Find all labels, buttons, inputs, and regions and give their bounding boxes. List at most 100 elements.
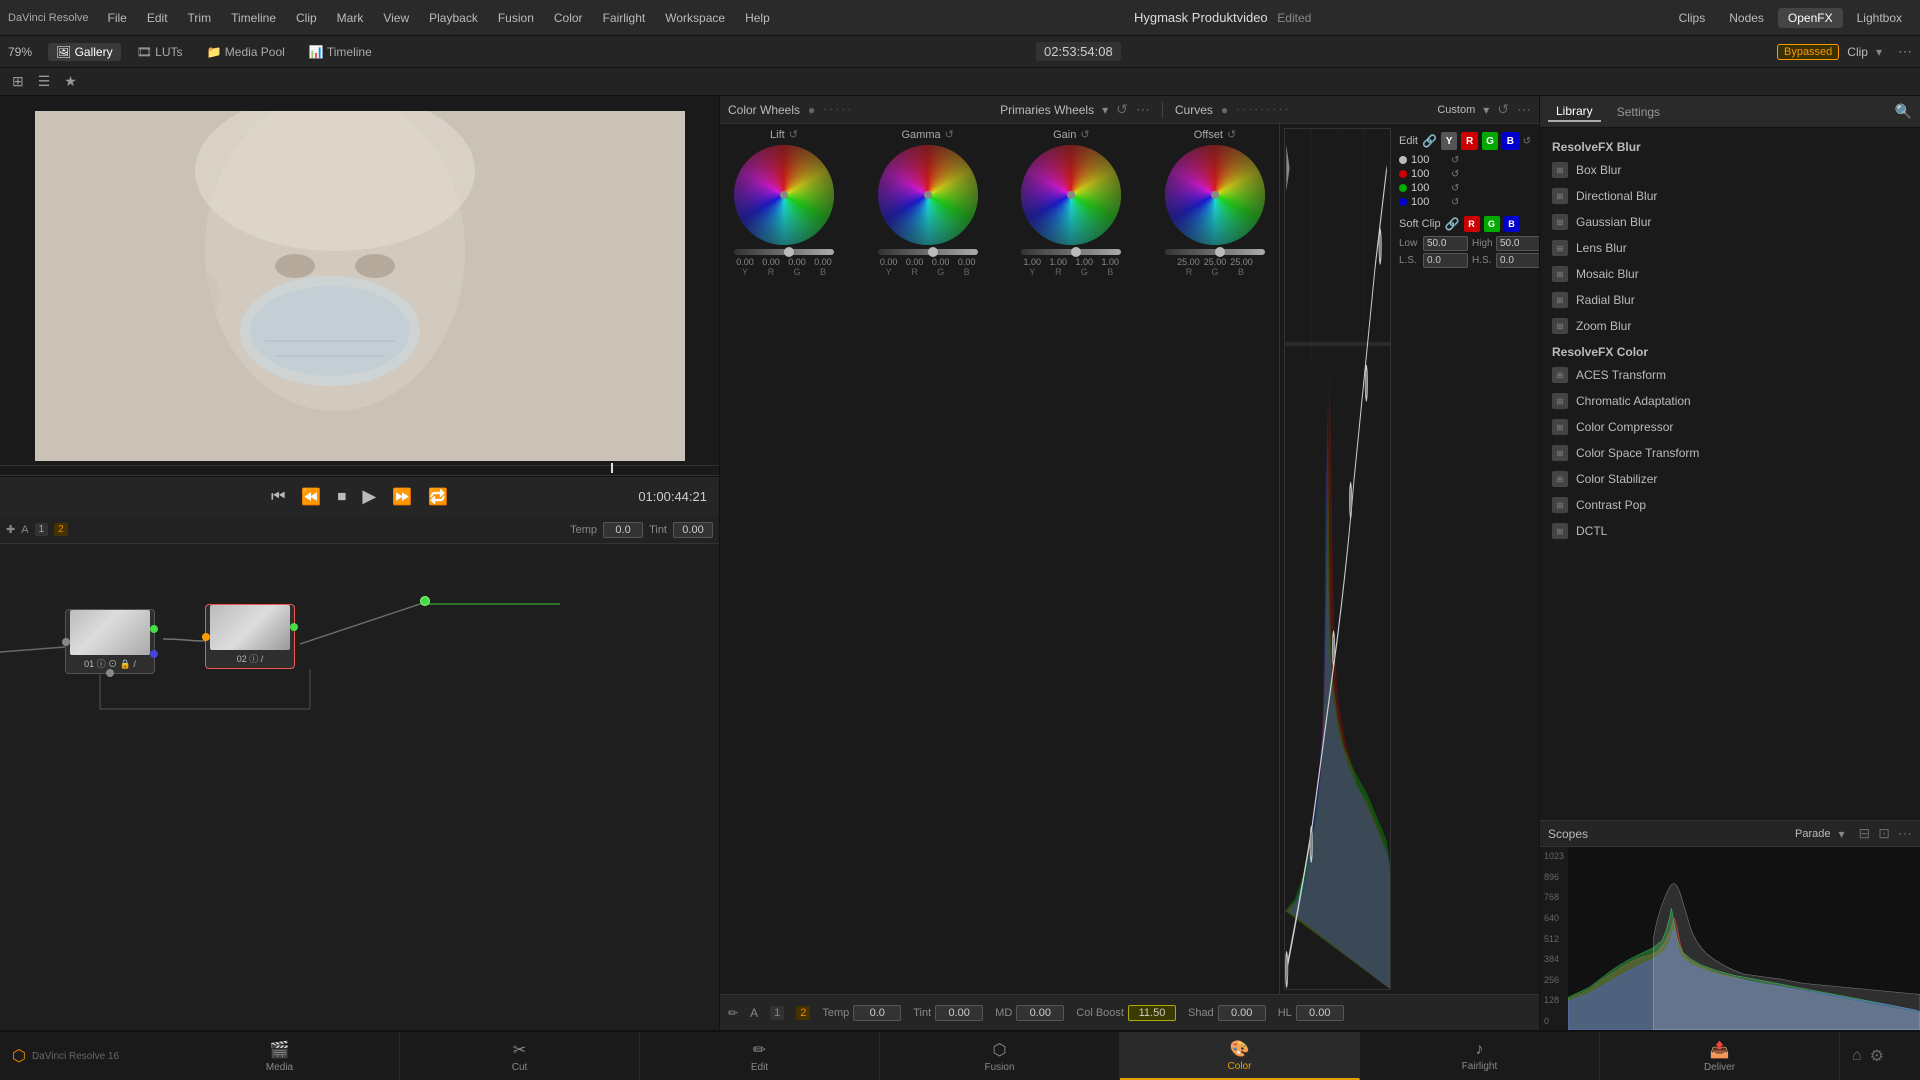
offset-slider[interactable] [1165, 249, 1265, 255]
node-1-output-green[interactable] [150, 625, 158, 633]
softclip-high-input[interactable] [1496, 236, 1539, 251]
gain-slider[interactable] [1021, 249, 1121, 255]
node-2-output-green[interactable] [290, 623, 298, 631]
library-item-lens-blur[interactable]: ⊞ Lens Blur [1540, 235, 1920, 261]
scopes-icon-1[interactable]: ⊟ [1859, 825, 1871, 842]
menu-help[interactable]: Help [738, 9, 777, 27]
gain-color-wheel[interactable] [1021, 145, 1121, 245]
lift-reset[interactable]: ↺ [789, 128, 798, 141]
settings-tab[interactable]: Settings [1609, 103, 1668, 121]
md-input[interactable] [1016, 1005, 1064, 1021]
more-options-btn[interactable]: ⋯ [1898, 43, 1912, 60]
transport-stop[interactable]: ⏹ [337, 486, 346, 507]
menu-playback[interactable]: Playback [422, 9, 485, 27]
curves-mode[interactable]: Custom [1437, 104, 1475, 116]
library-tab[interactable]: Library [1548, 102, 1601, 122]
nav-media[interactable]: 🎬 Media [160, 1032, 400, 1080]
node-2[interactable]: 02 ⓘ / [205, 604, 295, 669]
color-tool-pen[interactable]: ✏ [728, 1006, 738, 1020]
gamma-color-wheel[interactable] [878, 145, 978, 245]
colboost-input[interactable] [1128, 1005, 1176, 1021]
channel-g-btn[interactable]: G [1482, 132, 1498, 150]
tab-lightbox[interactable]: Lightbox [1847, 8, 1912, 28]
tab-clips[interactable]: Clips [1669, 8, 1716, 28]
curve-reset-4[interactable]: ↺ [1451, 197, 1459, 208]
menu-workspace[interactable]: Workspace [658, 9, 732, 27]
node-tool-select[interactable]: ✚ [6, 523, 15, 536]
channel-r-btn[interactable]: R [1461, 132, 1477, 150]
library-item-box-blur[interactable]: ⊞ Box Blur [1540, 157, 1920, 183]
offset-wheel-center[interactable] [1211, 191, 1219, 199]
settings-icon[interactable]: ⚙ [1870, 1046, 1884, 1066]
luts-btn[interactable]: 🎞 LUTs [129, 43, 191, 61]
gallery-btn[interactable]: 🖼 Gallery [48, 43, 121, 61]
color-tool-a[interactable]: A [750, 1006, 758, 1020]
nav-color[interactable]: 🎨 Color [1120, 1032, 1360, 1080]
menu-trim[interactable]: Trim [181, 9, 219, 27]
node-1[interactable]: 01 ⓘ ⊙ 🔒 / [65, 609, 155, 674]
curve-reset-2[interactable]: ↺ [1451, 169, 1459, 180]
curves-reset[interactable]: ↺ [1497, 101, 1509, 118]
primaries-reset[interactable]: ↺ [1116, 101, 1128, 118]
curve-reset-3[interactable]: ↺ [1451, 183, 1459, 194]
media-pool-btn[interactable]: 📁 Media Pool [199, 43, 293, 61]
nav-deliver[interactable]: 📤 Deliver [1600, 1032, 1840, 1080]
menu-fairlight[interactable]: Fairlight [596, 9, 653, 27]
node-output-endpoint[interactable] [420, 596, 430, 606]
softclip-b-btn[interactable]: B [1504, 216, 1520, 232]
edit-link-icon[interactable]: 🔗 [1422, 134, 1437, 148]
library-item-chromatic-adaptation[interactable]: ⊞ Chromatic Adaptation [1540, 388, 1920, 414]
scopes-icon-3[interactable]: ⋯ [1898, 825, 1912, 842]
primaries-more[interactable]: ⋯ [1136, 101, 1150, 118]
scopes-chevron[interactable]: ▾ [1839, 827, 1845, 841]
shad-input[interactable] [1218, 1005, 1266, 1021]
menu-view[interactable]: View [376, 9, 416, 27]
lift-slider[interactable] [734, 249, 834, 255]
library-item-color-compressor[interactable]: ⊞ Color Compressor [1540, 414, 1920, 440]
tint-input[interactable] [935, 1005, 983, 1021]
temp-input[interactable] [853, 1005, 901, 1021]
gamma-wheel-center[interactable] [924, 191, 932, 199]
library-item-directional-blur[interactable]: ⊞ Directional Blur [1540, 183, 1920, 209]
menu-file[interactable]: File [101, 9, 134, 27]
gain-reset[interactable]: ↺ [1080, 128, 1089, 141]
timeline-btn[interactable]: 📊 Timeline [301, 43, 380, 61]
menu-mark[interactable]: Mark [330, 9, 371, 27]
node-tool-curve[interactable]: A [21, 524, 28, 536]
list-icon[interactable]: ☰ [34, 71, 55, 92]
softclip-r-btn[interactable]: R [1464, 216, 1480, 232]
tab-nodes[interactable]: Nodes [1719, 8, 1774, 28]
node-tint-input[interactable] [673, 522, 713, 538]
scopes-mode[interactable]: Parade [1795, 828, 1830, 840]
curves-display[interactable] [1284, 128, 1391, 990]
library-item-gaussian-blur[interactable]: ⊞ Gaussian Blur [1540, 209, 1920, 235]
menu-edit[interactable]: Edit [140, 9, 175, 27]
node-flag-2[interactable]: 2 [54, 523, 68, 536]
primaries-wheels-title[interactable]: Primaries Wheels [1000, 103, 1094, 117]
curve-reset-1[interactable]: ↺ [1451, 155, 1459, 166]
node-1-output-bottom[interactable] [106, 669, 114, 677]
home-icon[interactable]: ⌂ [1852, 1047, 1862, 1065]
library-item-zoom-blur[interactable]: ⊞ Zoom Blur [1540, 313, 1920, 339]
transport-loop[interactable]: 🔁 [428, 487, 448, 507]
hl-input[interactable] [1296, 1005, 1344, 1021]
menu-timeline[interactable]: Timeline [224, 9, 283, 27]
transport-to-start[interactable]: ⏮ [271, 488, 285, 506]
menu-fusion[interactable]: Fusion [491, 9, 541, 27]
softclip-ls-input[interactable] [1423, 253, 1468, 268]
node-temp-input[interactable] [603, 522, 643, 538]
gamma-slider[interactable] [878, 249, 978, 255]
scrubber-area[interactable] [0, 465, 719, 475]
library-item-color-space-transform[interactable]: ⊞ Color Space Transform [1540, 440, 1920, 466]
library-item-radial-blur[interactable]: ⊞ Radial Blur [1540, 287, 1920, 313]
nav-cut[interactable]: ✂ Cut [400, 1032, 640, 1080]
menu-color[interactable]: Color [547, 9, 590, 27]
transport-play[interactable]: ▶ [362, 486, 376, 507]
channel-b-btn[interactable]: B [1502, 132, 1518, 150]
library-search-icon[interactable]: 🔍 [1895, 103, 1912, 120]
lift-wheel-center[interactable] [780, 191, 788, 199]
node-editor[interactable]: ✚ A 1 2 Temp Tint [0, 516, 719, 1030]
library-item-dctl[interactable]: ⊞ DCTL [1540, 518, 1920, 544]
transport-next[interactable]: ⏩ [392, 487, 412, 507]
nav-fusion[interactable]: ⬡ Fusion [880, 1032, 1120, 1080]
